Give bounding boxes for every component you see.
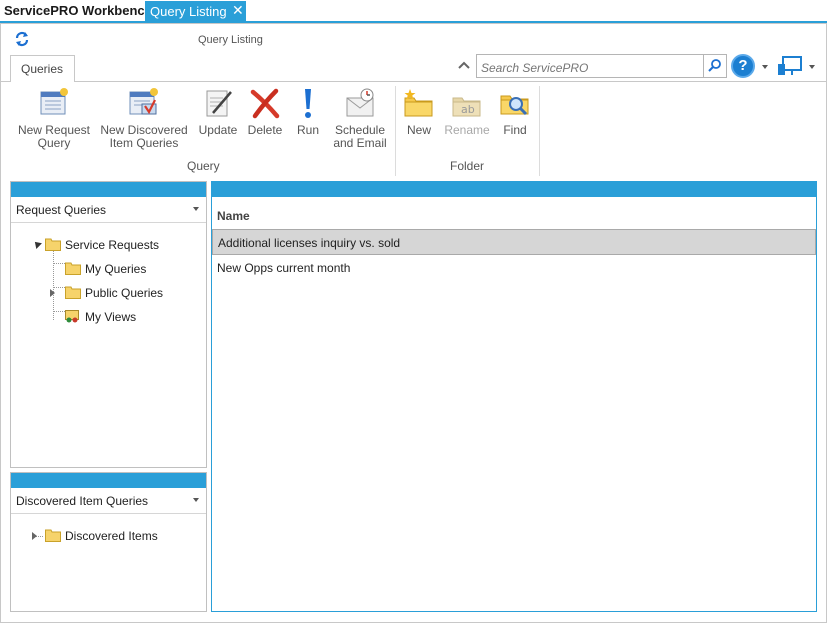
expand-arrow-icon[interactable] <box>50 289 55 297</box>
find-folder-button[interactable]: Find <box>497 86 533 137</box>
update-button[interactable]: Update <box>194 86 242 137</box>
new-folder-icon <box>404 89 433 117</box>
new-request-query-icon <box>40 88 68 115</box>
column-header-name[interactable]: Name <box>212 197 816 230</box>
table-row[interactable]: Additional licenses inquiry vs. sold <box>212 229 816 255</box>
delete-label: Delete <box>247 123 283 137</box>
new-discovered-item-queries-label: New Discovered Item Queries <box>100 123 188 150</box>
window-title: Query Listing <box>198 34 263 46</box>
folder-icon <box>45 529 61 542</box>
new-discovered-item-queries-button[interactable]: New Discovered Item Queries <box>97 86 191 150</box>
chevron-down-icon <box>193 498 199 502</box>
panel-header-bar <box>11 473 206 488</box>
svg-text:ab: ab <box>461 103 475 116</box>
run-label: Run <box>296 123 319 137</box>
ribbon-group-separator <box>395 86 396 176</box>
update-icon <box>206 90 232 117</box>
tree-item-my-queries[interactable]: My Queries <box>47 259 197 279</box>
tree-item-public-queries[interactable]: Public Queries <box>47 283 197 303</box>
help-button[interactable]: ? <box>731 54 755 78</box>
tab-query-listing[interactable]: Query Listing <box>145 1 246 23</box>
tree-item-label: My Views <box>85 310 137 324</box>
column-header-label: Name <box>217 209 250 223</box>
ribbon-tab-label: Queries <box>21 62 64 76</box>
find-folder-icon <box>500 95 529 116</box>
update-label: Update <box>198 123 238 137</box>
tree-item-label: Service Requests <box>65 238 160 252</box>
expand-arrow-icon[interactable] <box>32 239 42 249</box>
presentation-icon[interactable] <box>777 55 803 77</box>
delete-icon <box>250 88 280 119</box>
query-list-panel: Name Additional licenses inquiry vs. sol… <box>211 181 817 612</box>
chevron-down-icon <box>193 207 199 211</box>
search-input[interactable] <box>476 54 704 78</box>
schedule-and-email-icon <box>346 88 374 117</box>
views-icon <box>65 310 79 323</box>
discovered-item-queries-dropdown[interactable]: Discovered Item Queries <box>11 488 206 514</box>
folder-icon <box>65 262 81 275</box>
run-icon <box>305 89 311 118</box>
new-discovered-item-queries-icon <box>129 88 158 115</box>
request-queries-dropdown[interactable]: Request Queries <box>11 197 206 223</box>
expand-arrow-icon[interactable] <box>32 532 37 540</box>
tab-servicepro-workbench[interactable]: ServicePRO Workbench <box>4 3 153 18</box>
new-folder-label: New <box>406 123 431 137</box>
request-queries-panel: Request Queries Service Requests My Quer… <box>10 181 207 468</box>
table-row[interactable]: New Opps current month <box>212 255 816 281</box>
search-button[interactable] <box>703 54 727 78</box>
tree-item-label: My Queries <box>85 262 147 276</box>
panel-header-bar <box>212 182 816 197</box>
delete-button[interactable]: Delete <box>244 86 286 137</box>
folder-icon <box>65 286 81 299</box>
tab-query-listing-label: Query Listing <box>150 4 227 19</box>
close-tab-icon[interactable]: ✕ <box>232 3 244 17</box>
request-queries-dropdown-value: Request Queries <box>16 203 107 217</box>
ribbon-tab-queries[interactable]: Queries <box>10 55 75 82</box>
document-tabstrip: ServicePRO Workbench Query Listing ✕ <box>0 0 827 23</box>
ribbon-group-separator <box>539 86 540 176</box>
schedule-and-email-button[interactable]: Schedule and Email <box>330 86 390 150</box>
run-button[interactable]: Run <box>290 86 326 137</box>
rename-folder-icon: ab <box>452 97 481 117</box>
panel-header-bar <box>11 182 206 197</box>
find-folder-label: Find <box>503 123 527 137</box>
discovered-item-queries-panel: Discovered Item Queries Discovered Items <box>10 472 207 612</box>
tree-item-discovered-items[interactable]: Discovered Items <box>29 526 199 546</box>
new-folder-button[interactable]: New <box>400 86 438 137</box>
new-request-query-label: New Request Query <box>17 123 91 150</box>
help-dropdown-chevron-icon[interactable] <box>762 65 768 69</box>
new-request-query-button[interactable]: New Request Query <box>14 86 94 150</box>
folder-open-icon <box>45 238 61 251</box>
table-row-name: Additional licenses inquiry vs. sold <box>218 236 401 250</box>
rename-folder-button[interactable]: ab Rename <box>442 86 492 137</box>
discovered-item-queries-dropdown-value: Discovered Item Queries <box>16 494 149 508</box>
presentation-dropdown-chevron-icon[interactable] <box>809 65 815 69</box>
tree-item-service-requests[interactable]: Service Requests <box>29 235 199 255</box>
tree-item-label: Discovered Items <box>65 529 158 543</box>
search-icon <box>708 59 721 72</box>
table-row-name: New Opps current month <box>217 261 351 275</box>
refresh-icon[interactable] <box>14 31 30 47</box>
query-group-label: Query <box>187 159 220 173</box>
tree-item-my-views[interactable]: My Views <box>47 307 197 327</box>
folder-group-label: Folder <box>450 159 485 173</box>
collapse-ribbon-icon[interactable] <box>458 60 470 70</box>
rename-folder-label: Rename <box>444 123 490 137</box>
schedule-and-email-label: Schedule and Email <box>333 123 387 150</box>
tree-item-label: Public Queries <box>85 286 164 300</box>
